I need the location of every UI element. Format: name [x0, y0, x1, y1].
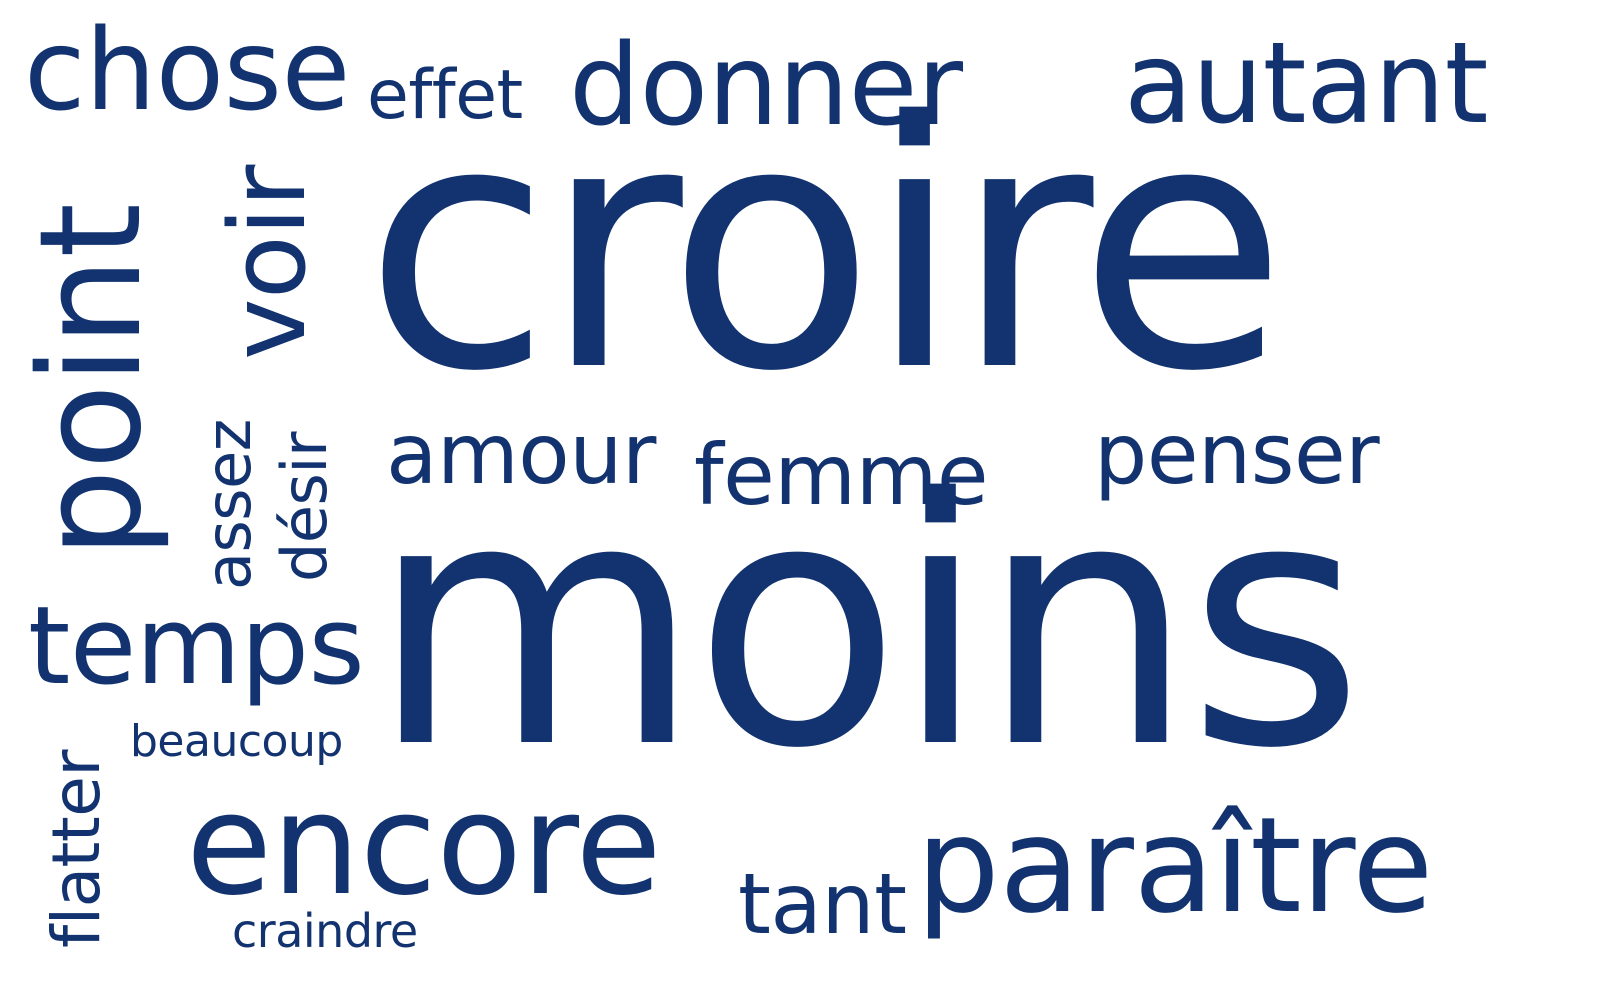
word-point: point	[10, 203, 173, 558]
word-assez: assez	[192, 419, 265, 590]
word-encore: encore	[186, 764, 662, 927]
word-croire: croire	[364, 50, 1287, 446]
word-cloud: chose effet donner autant croire point v…	[0, 0, 1600, 1000]
word-tant: tant	[738, 855, 907, 953]
word-voir: voir	[207, 165, 329, 360]
word-desir: désir	[268, 431, 341, 582]
word-chose: chose	[24, 6, 350, 136]
word-flatter: flatter	[38, 749, 115, 948]
word-temps: temps	[28, 584, 365, 709]
word-craindre: craindre	[232, 904, 418, 958]
word-moins: moins	[370, 427, 1364, 823]
word-beaucoup: beaucoup	[130, 716, 343, 767]
word-paraitre: paraître	[916, 789, 1433, 943]
